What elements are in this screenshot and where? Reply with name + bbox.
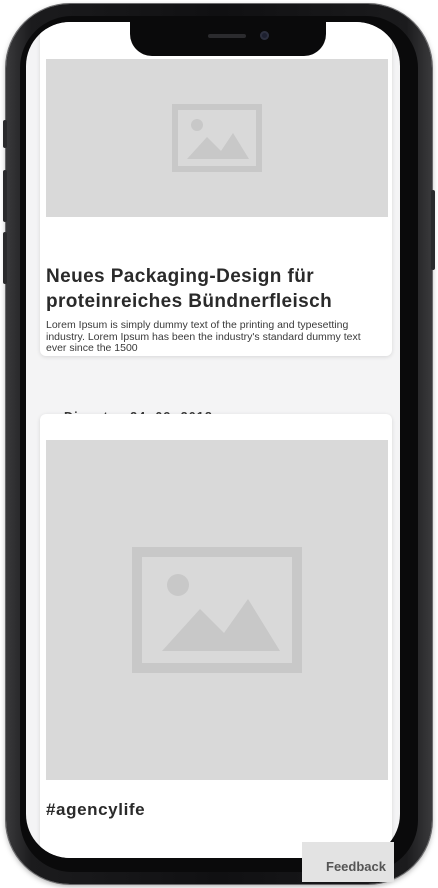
phone-power-button <box>431 190 435 270</box>
phone-volume-up-button <box>3 170 7 222</box>
image-placeholder-icon <box>132 547 302 673</box>
mockup-stage: Neues Packaging-Design für proteinreiche… <box>0 0 438 888</box>
phone-volume-down-button <box>3 232 7 284</box>
post-image[interactable] <box>46 440 388 780</box>
phone-notch <box>130 22 326 56</box>
post-image[interactable] <box>46 59 388 217</box>
post-excerpt: Lorem Ipsum is simply dummy text of the … <box>46 319 361 354</box>
phone-screen: Neues Packaging-Design für proteinreiche… <box>26 22 400 858</box>
speaker-grille <box>208 34 246 38</box>
post-card[interactable]: #agencylife <box>40 414 392 858</box>
feedback-button[interactable]: Feedback <box>302 842 394 882</box>
image-placeholder-icon <box>172 104 262 172</box>
post-card[interactable]: Neues Packaging-Design für proteinreiche… <box>40 22 392 356</box>
post-title[interactable]: #agencylife <box>46 800 145 820</box>
post-title[interactable]: Neues Packaging-Design für proteinreiche… <box>46 264 376 314</box>
front-camera <box>260 31 269 40</box>
phone-side-button <box>3 120 7 148</box>
